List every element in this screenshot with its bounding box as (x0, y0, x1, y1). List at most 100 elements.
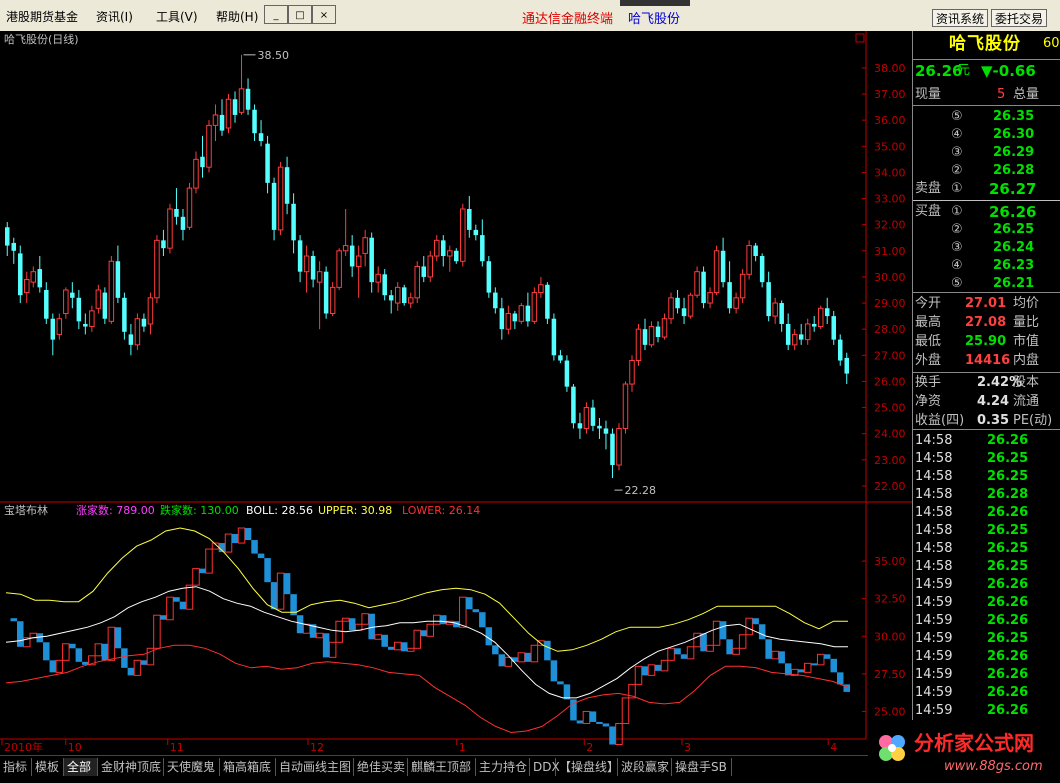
tower-block (758, 624, 766, 640)
tab-2[interactable]: 全部 (64, 758, 98, 776)
tab-10[interactable]: DDX (530, 758, 560, 776)
candle-body (804, 323, 811, 341)
tower-block (49, 660, 57, 673)
tab-1[interactable]: 模板 (32, 758, 64, 776)
buy-label: 买盘 (915, 204, 942, 219)
sell-price: 26.28 (993, 163, 1035, 178)
tower-block (283, 573, 291, 595)
menu-help[interactable]: 帮助(H) (216, 8, 258, 25)
tab-4[interactable]: 天使魔鬼 (164, 758, 220, 776)
buy-row: ④ 26.23 (913, 257, 1060, 275)
candle-body (616, 427, 622, 466)
tab-11[interactable]: 【操盘线】 (556, 758, 619, 776)
menu-tools[interactable]: 工具(V) (156, 8, 198, 25)
candle-body (707, 292, 713, 304)
main-chart-title: 哈飞股份(日线) (4, 32, 79, 46)
candle-body (661, 318, 668, 338)
tower-block (674, 648, 681, 655)
price-tick-label: 34.00 (874, 166, 906, 179)
candle-body (252, 109, 257, 134)
candle-body (499, 308, 505, 330)
tab-0[interactable]: 指标 (0, 758, 32, 776)
tick-time: 14:58 (915, 505, 953, 520)
candle-body (434, 239, 440, 257)
candle-body (388, 295, 394, 301)
candle-body (668, 297, 674, 320)
candle-body (349, 245, 355, 267)
divider (913, 200, 1060, 201)
candle-body (336, 250, 342, 288)
candle-body (655, 326, 661, 338)
tower-block (140, 660, 148, 665)
candle-body (772, 302, 778, 317)
candle-body (342, 245, 349, 252)
price-tick-label: 37.00 (874, 88, 906, 101)
candle-body (648, 326, 655, 346)
minimize-button[interactable]: _ (264, 5, 288, 24)
candle-body (635, 328, 642, 362)
tower-block (609, 726, 616, 745)
tick-time: 14:58 (915, 523, 953, 538)
price-tick-label: 33.00 (874, 193, 906, 206)
buy-price: 26.24 (993, 240, 1035, 255)
indicator-name: 宝塔布林 (4, 503, 48, 517)
indicator-tick-label: 32.50 (874, 593, 906, 606)
candle-body (147, 297, 154, 325)
tab-12[interactable]: 波段赢家 (618, 758, 672, 776)
tick-row: 14:59 26.26 (913, 684, 1060, 702)
candle-body (571, 386, 576, 424)
quote-panel: 哈飞股份 60 26.26 元 ▼-0.66 现量 5 总量 ⑤ 26.35 ④ 26… (912, 31, 1060, 755)
tower-block (680, 654, 688, 659)
candle-body (134, 318, 141, 346)
tab-6[interactable]: 自动画线主图 (276, 758, 354, 776)
stat2-label: 净资 (915, 394, 942, 409)
info-system-button[interactable]: 资讯系统 (932, 9, 989, 27)
tick-price: 26.26 (987, 649, 1029, 664)
stat2-label: 换手 (915, 375, 942, 390)
stat-value: 25.90 (965, 334, 1007, 349)
candle-body (232, 99, 238, 115)
stat-value: 27.01 (965, 296, 1007, 311)
logo-text: 分析家公式网 (914, 731, 1034, 755)
chart-area[interactable]: 哈飞股份(日线) 38.00 37.00 36.00 35.00 34.00 33.00 3… (0, 31, 912, 755)
menu-hk-futures[interactable]: 港股期货基金 (6, 8, 78, 25)
menu-info[interactable]: 资讯(I) (96, 8, 133, 25)
maximize-button[interactable]: □ (288, 5, 312, 24)
candle-body (766, 282, 771, 317)
tab-3[interactable]: 金财神顶底 (98, 758, 164, 776)
candle-body (193, 158, 199, 189)
candle-body (421, 266, 426, 277)
stat-label-right: 量比 (1013, 315, 1040, 330)
tab-13[interactable]: 操盘手SB (672, 758, 732, 776)
stat-label: 最高 (915, 315, 942, 330)
stat2-label: 收益(四) (915, 413, 965, 428)
tower-block (101, 643, 109, 661)
divider (913, 105, 1060, 106)
close-button[interactable]: × (312, 5, 336, 24)
tab-8[interactable]: 麒麟王顶部 (408, 758, 476, 776)
candle-body (831, 316, 836, 340)
time-tick-label: 2010年 (4, 740, 43, 754)
tower-block (719, 621, 727, 640)
divider (913, 59, 1060, 60)
candle-body (200, 156, 205, 168)
tower-block (296, 615, 304, 634)
candle-body (141, 318, 147, 327)
sell-price: 26.30 (993, 127, 1035, 142)
tick-time: 14:59 (915, 613, 953, 628)
tick-row: 14:59 26.26 (913, 576, 1060, 594)
tab-9[interactable]: 主力持仓 (476, 758, 530, 776)
candle-body (791, 333, 798, 346)
sell-level: ① (951, 181, 963, 196)
boll-label: BOLL: 28.56 (246, 504, 313, 517)
tower-block (797, 669, 805, 673)
lower-label: LOWER: 26.14 (402, 504, 480, 517)
tab-5[interactable]: 箱高箱底 (220, 758, 276, 776)
candle-body (186, 187, 193, 228)
tab-7[interactable]: 绝佳买卖 (354, 758, 408, 776)
candle-body (811, 323, 817, 327)
candle-body (759, 256, 765, 283)
trade-button[interactable]: 委托交易 (991, 9, 1048, 27)
low-annotation: 22.28 (624, 484, 656, 497)
candle-body (24, 279, 30, 294)
